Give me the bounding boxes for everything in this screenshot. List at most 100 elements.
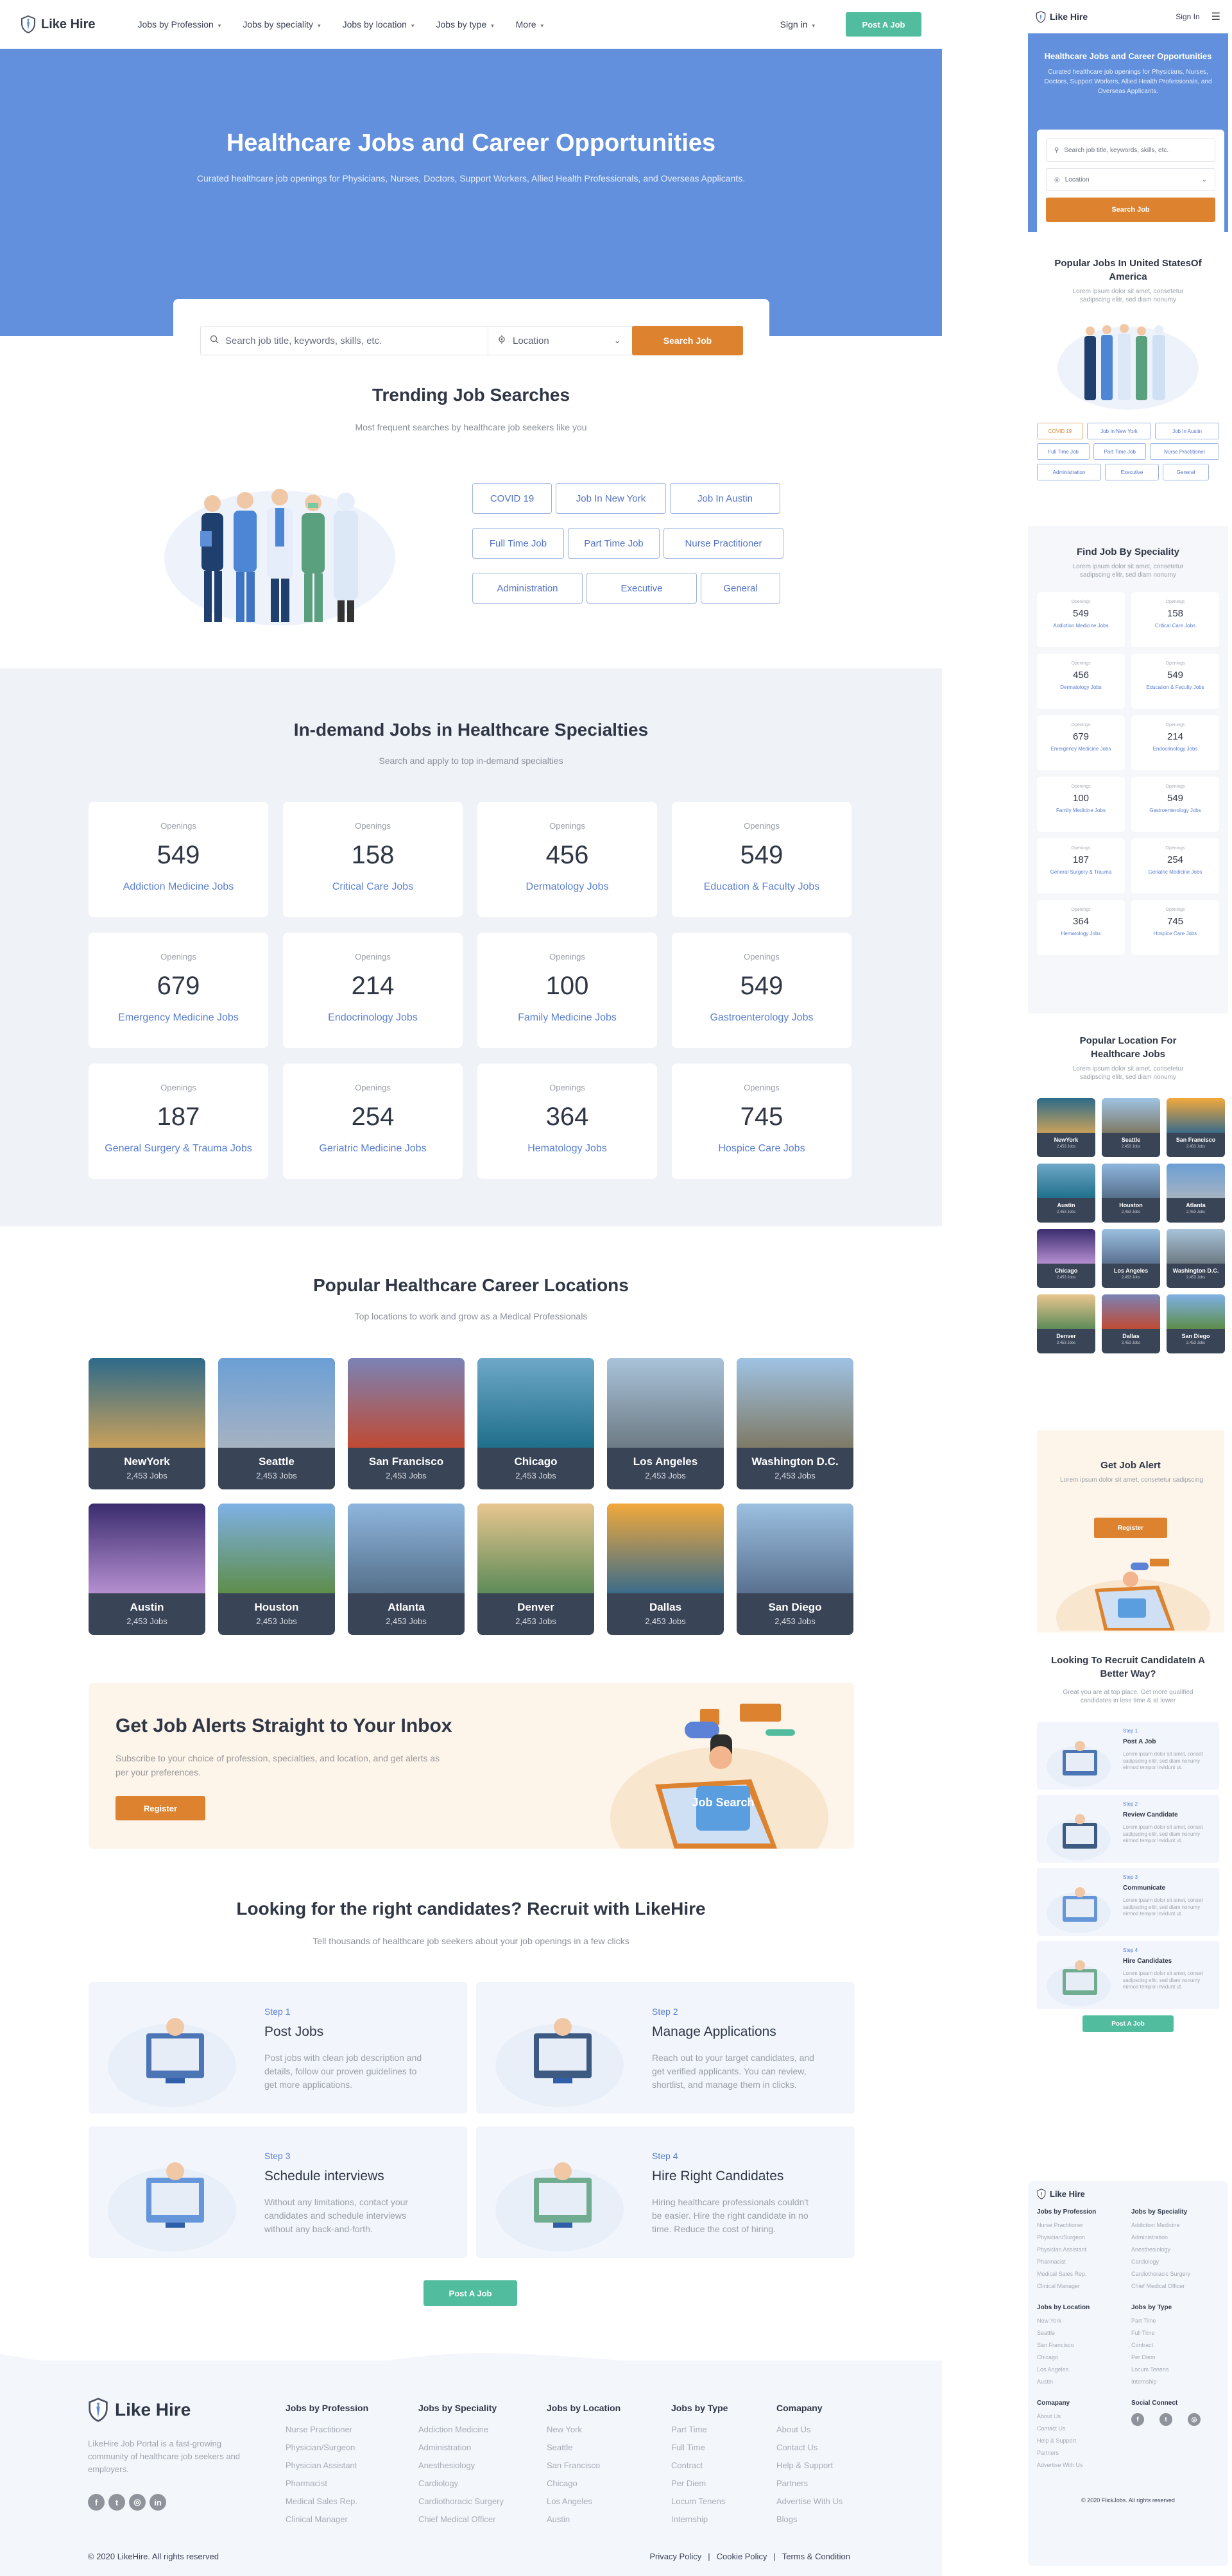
post-job-button[interactable]: Post A Job: [846, 12, 921, 37]
mobile-location-card[interactable]: Austin 2,453 Jobs: [1037, 1164, 1095, 1223]
mobile-specialty-card[interactable]: Openings 549 Addiction Medicine Jobs: [1037, 592, 1125, 647]
twitter-icon[interactable]: t: [108, 2494, 125, 2511]
footer-link[interactable]: Chicago: [547, 2479, 620, 2488]
specialty-card[interactable]: Openings 187 General Surgery & Trauma Jobs: [89, 1063, 268, 1179]
specialty-card[interactable]: Openings 254 Geriatric Medicine Jobs: [283, 1063, 463, 1179]
mobile-location-select[interactable]: ◎ Location ⌄: [1046, 168, 1215, 191]
location-card[interactable]: Dallas 2,453 Jobs: [607, 1504, 724, 1635]
search-job-button[interactable]: Search Job: [632, 326, 743, 355]
footer-link[interactable]: New York: [547, 2425, 620, 2434]
footer-link[interactable]: Locum Tenens: [671, 2496, 728, 2506]
footer-link[interactable]: Administration: [1131, 2234, 1219, 2241]
specialty-card[interactable]: Openings 549 Education & Faculty Jobs: [672, 802, 851, 917]
footer-link[interactable]: About Us: [776, 2425, 843, 2434]
trending-tag[interactable]: Job In New York: [556, 483, 666, 514]
mobile-tag-active[interactable]: COVID 19: [1037, 423, 1083, 439]
mobile-footer-logo[interactable]: Like Hire: [1037, 2189, 1219, 2199]
footer-link[interactable]: Physician Assistant: [1037, 2246, 1125, 2253]
location-card[interactable]: Chicago 2,453 Jobs: [477, 1358, 594, 1489]
mobile-tag[interactable]: Full Time Job: [1037, 443, 1090, 460]
location-card[interactable]: NewYork 2,453 Jobs: [89, 1358, 205, 1489]
footer-link[interactable]: Contract: [1131, 2342, 1219, 2348]
footer-link[interactable]: Internship: [1131, 2378, 1219, 2385]
footer-link[interactable]: Part Time: [1131, 2318, 1219, 2324]
mobile-sign-in[interactable]: Sign In: [1176, 12, 1199, 21]
footer-link[interactable]: Cardiothoracic Surgery: [1131, 2271, 1219, 2277]
footer-link[interactable]: Chief Medical Officer: [1131, 2283, 1219, 2289]
mobile-search-button[interactable]: Search Job: [1046, 198, 1215, 222]
footer-link[interactable]: Physician/Surgeon: [1037, 2234, 1125, 2241]
facebook-icon[interactable]: f: [88, 2494, 105, 2511]
trending-tag[interactable]: Part Time Job: [568, 528, 660, 559]
specialty-card[interactable]: Openings 549 Gastroenterology Jobs: [672, 933, 851, 1048]
footer-link[interactable]: Cardiothoracic Surgery: [418, 2496, 504, 2506]
footer-link[interactable]: New York: [1037, 2318, 1125, 2324]
footer-link[interactable]: Chief Medical Officer: [418, 2514, 504, 2524]
footer-link[interactable]: Anesthesiology: [418, 2461, 504, 2470]
trending-tag[interactable]: Nurse Practitioner: [663, 528, 783, 559]
nav-jobs-by-type[interactable]: Jobs by type ▾: [436, 19, 494, 30]
footer-link[interactable]: Full Time: [671, 2443, 728, 2452]
register-button[interactable]: Register: [116, 1796, 205, 1820]
mobile-specialty-card[interactable]: Openings 745 Hospice Care Jobs: [1131, 900, 1219, 955]
mobile-specialty-card[interactable]: Openings 364 Hematology Jobs: [1037, 900, 1125, 955]
mobile-keyword-input[interactable]: ⚲ Search job title, keywords, skills, etc…: [1046, 139, 1215, 162]
mobile-location-card[interactable]: San Diego 2,453 Jobs: [1167, 1294, 1225, 1353]
mobile-tag[interactable]: Nurse Practitioner: [1150, 443, 1219, 460]
location-card[interactable]: Los Angeles 2,453 Jobs: [607, 1358, 724, 1489]
mobile-tag[interactable]: General: [1163, 464, 1209, 480]
footer-link[interactable]: Blogs: [776, 2514, 843, 2524]
twitter-icon[interactable]: t: [1159, 2413, 1172, 2426]
footer-link[interactable]: Physician Assistant: [286, 2461, 368, 2470]
trending-tag[interactable]: General: [701, 573, 780, 604]
footer-link[interactable]: Austin: [1037, 2378, 1125, 2385]
footer-link[interactable]: Partners: [776, 2479, 843, 2488]
footer-link[interactable]: Clinical Manager: [1037, 2283, 1125, 2289]
location-card[interactable]: Austin 2,453 Jobs: [89, 1504, 205, 1635]
specialty-card[interactable]: Openings 456 Dermatology Jobs: [477, 802, 657, 917]
mobile-location-card[interactable]: Atlanta 2,453 Jobs: [1167, 1164, 1225, 1223]
specialty-card[interactable]: Openings 679 Emergency Medicine Jobs: [89, 933, 268, 1048]
footer-link[interactable]: Pharmacist: [1037, 2258, 1125, 2265]
mobile-location-card[interactable]: Houston 2,453 Jobs: [1102, 1164, 1160, 1223]
mobile-specialty-card[interactable]: Openings 187 General Surgery & Trauma: [1037, 838, 1125, 894]
footer-link[interactable]: Full Time: [1131, 2330, 1219, 2336]
footer-link[interactable]: Help & Support: [776, 2461, 843, 2470]
mobile-tag[interactable]: Job In Austin: [1155, 423, 1219, 439]
footer-link[interactable]: Advertise With Us: [1037, 2462, 1125, 2468]
footer-link[interactable]: Nurse Practitioner: [286, 2425, 368, 2434]
footer-link[interactable]: Clinical Manager: [286, 2514, 368, 2524]
trending-tag[interactable]: Full Time Job: [472, 528, 564, 559]
footer-link[interactable]: Addiction Medicine: [1131, 2222, 1219, 2228]
specialty-card[interactable]: Openings 158 Critical Care Jobs: [283, 802, 463, 917]
footer-link[interactable]: Nurse Practitioner: [1037, 2222, 1125, 2228]
footer-link[interactable]: About Us: [1037, 2413, 1125, 2419]
terms-link[interactable]: Terms & Condition: [782, 2552, 850, 2561]
footer-link[interactable]: Chicago: [1037, 2354, 1125, 2360]
location-card[interactable]: Seattle 2,453 Jobs: [218, 1358, 335, 1489]
mobile-specialty-card[interactable]: Openings 158 Critical Care Jobs: [1131, 592, 1219, 647]
footer-link[interactable]: Physician/Surgeon: [286, 2443, 368, 2452]
location-select[interactable]: Location ⌄: [488, 326, 632, 355]
location-card[interactable]: Atlanta 2,453 Jobs: [348, 1504, 465, 1635]
footer-link[interactable]: Austin: [547, 2514, 620, 2524]
footer-link[interactable]: Los Angeles: [1037, 2366, 1125, 2373]
mobile-location-card[interactable]: Dallas 2,453 Jobs: [1102, 1294, 1160, 1353]
instagram-icon[interactable]: ◎: [129, 2494, 146, 2511]
footer-link[interactable]: Help & Support: [1037, 2437, 1125, 2444]
mobile-specialty-card[interactable]: Openings 100 Family Medicine Jobs: [1037, 777, 1125, 832]
privacy-policy-link[interactable]: Privacy Policy: [649, 2552, 701, 2561]
footer-link[interactable]: Administration: [418, 2443, 504, 2452]
location-card[interactable]: San Diego 2,453 Jobs: [737, 1504, 853, 1635]
nav-jobs-by-location[interactable]: Jobs by location ▾: [343, 19, 415, 30]
cookie-policy-link[interactable]: Cookie Policy: [717, 2552, 767, 2561]
mobile-tag[interactable]: Job In New York: [1087, 423, 1151, 439]
footer-link[interactable]: Advertise With Us: [776, 2496, 843, 2506]
footer-link[interactable]: Pharmacist: [286, 2479, 368, 2488]
footer-link[interactable]: Anesthesiology: [1131, 2246, 1219, 2253]
mobile-location-card[interactable]: Seattle 2,453 Jobs: [1102, 1098, 1160, 1157]
footer-link[interactable]: Internship: [671, 2514, 728, 2524]
mobile-location-card[interactable]: Denver 2,453 Jobs: [1037, 1294, 1095, 1353]
nav-jobs-by-profession[interactable]: Jobs by Profession ▾: [137, 19, 221, 30]
footer-link[interactable]: Per Diem: [1131, 2354, 1219, 2360]
